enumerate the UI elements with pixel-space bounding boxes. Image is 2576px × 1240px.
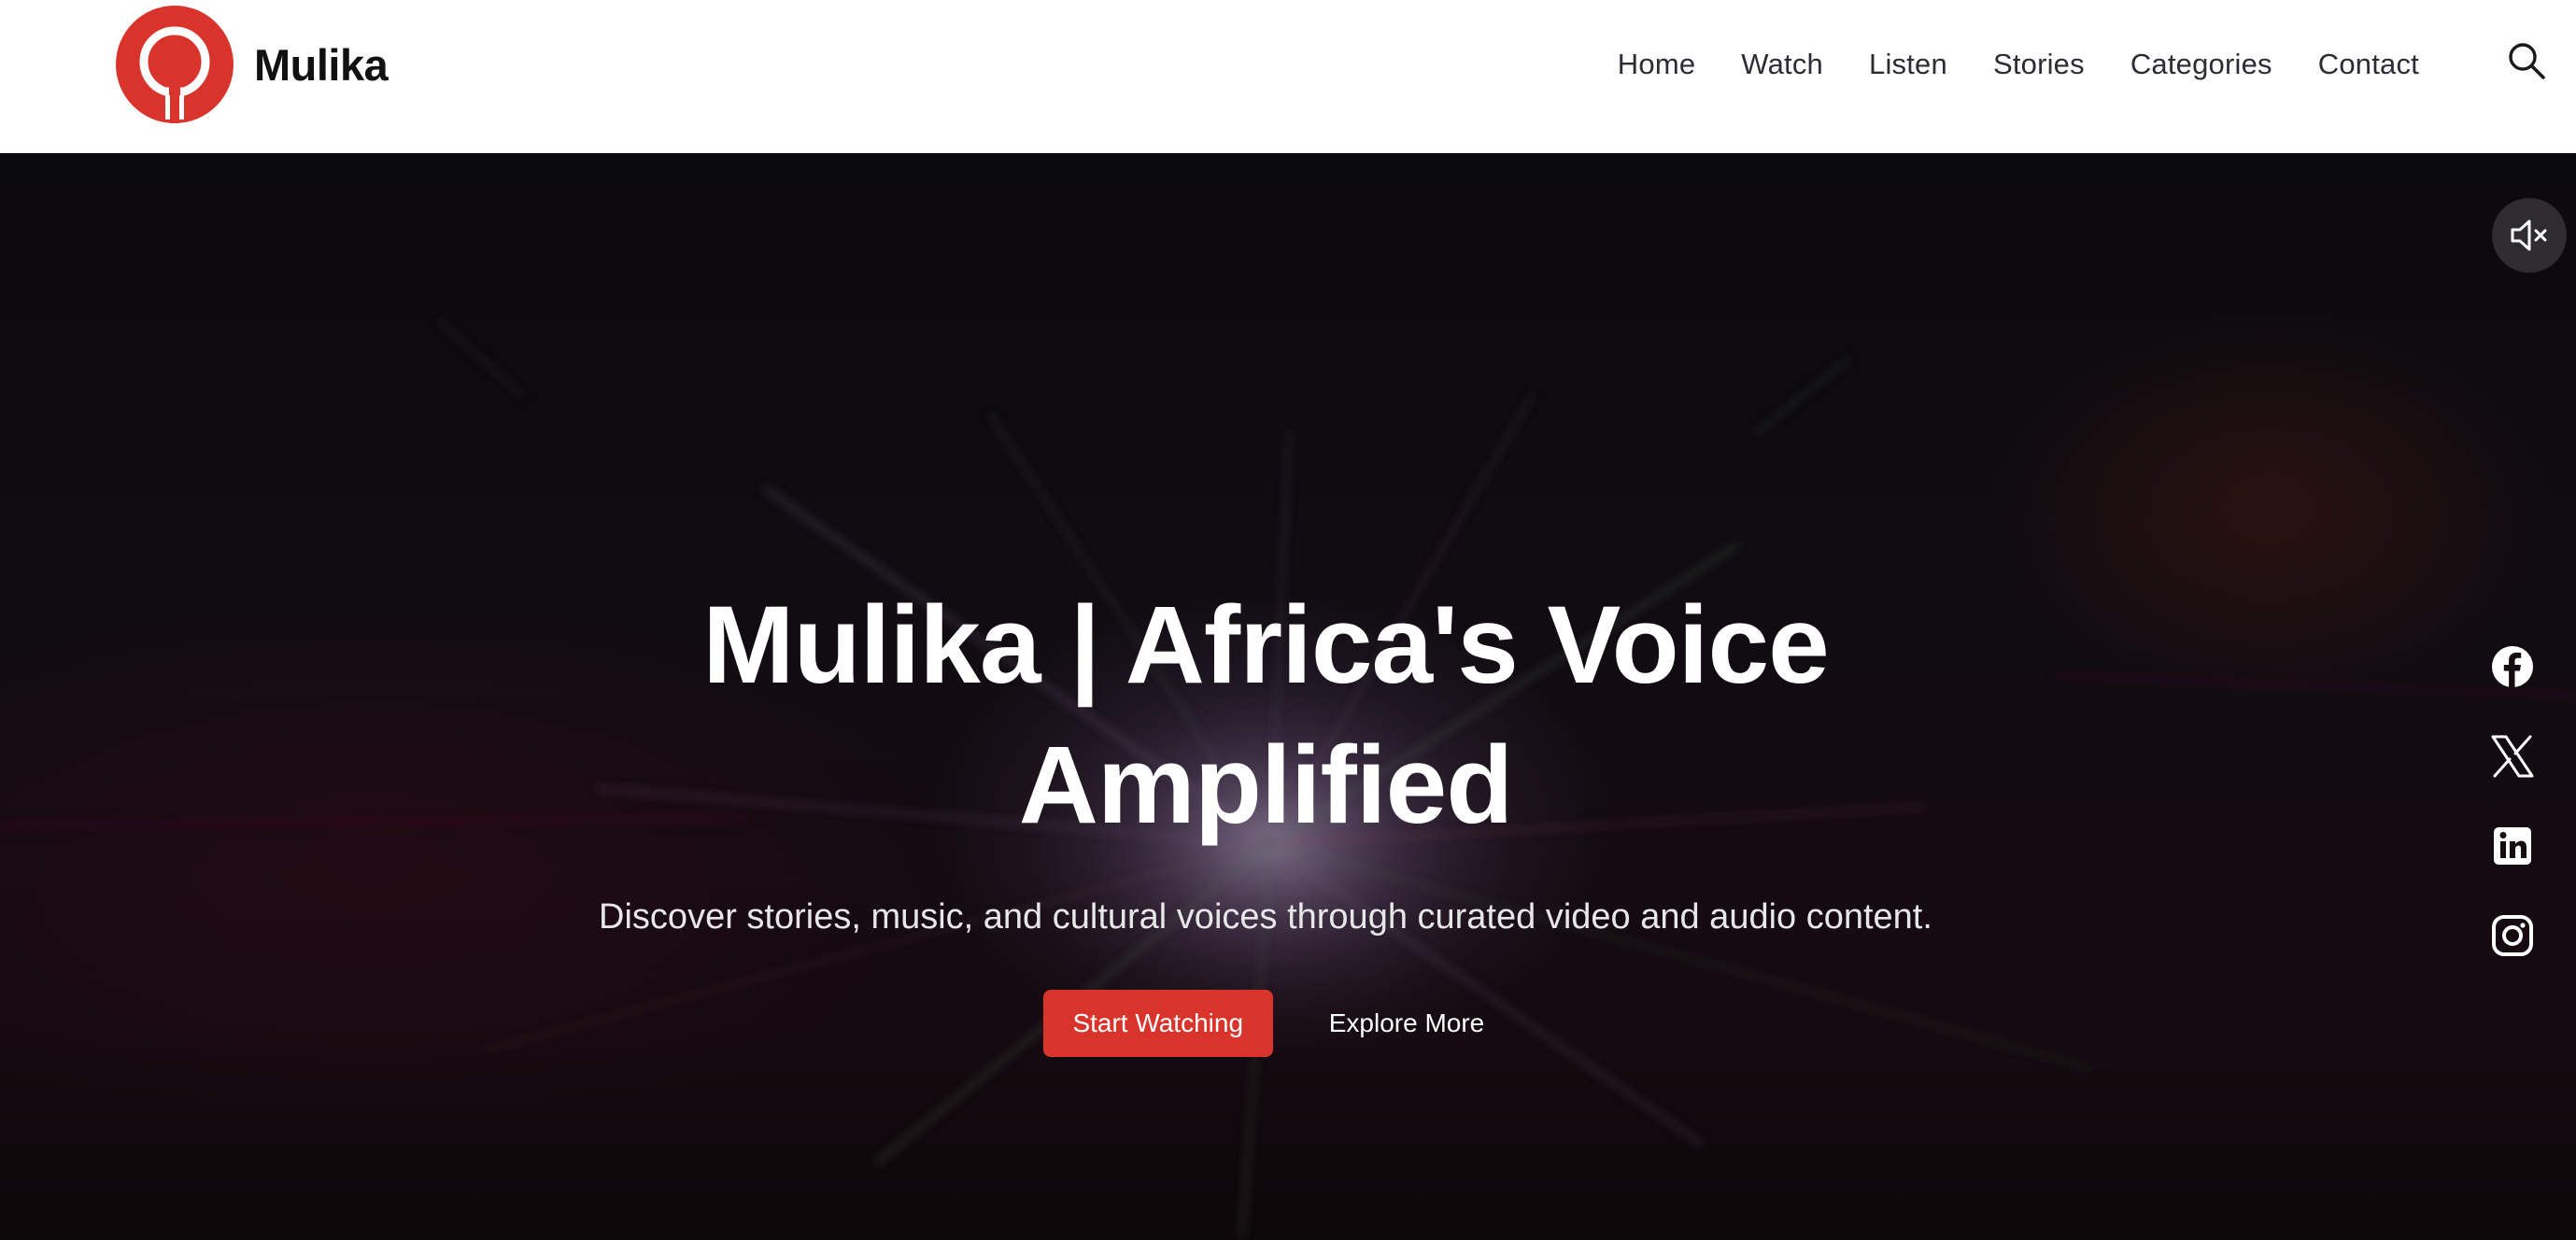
nav-item-categories[interactable]: Categories xyxy=(2130,48,2272,81)
nav-item-listen[interactable]: Listen xyxy=(1869,48,1947,81)
instagram-icon xyxy=(2492,915,2533,956)
start-watching-button[interactable]: Start Watching xyxy=(1042,990,1273,1057)
brand-name: Mulika xyxy=(254,39,389,90)
linkedin-icon xyxy=(2494,827,2531,865)
facebook-icon xyxy=(2492,646,2533,687)
search-button[interactable] xyxy=(2505,39,2548,82)
linkedin-link[interactable] xyxy=(2490,824,2535,868)
brand-home-link[interactable]: Mulika xyxy=(116,6,389,123)
main-nav: Home Watch Listen Stories Categories Con… xyxy=(1618,0,2419,129)
site-header: Mulika Home Watch Listen Stories Categor… xyxy=(0,0,2576,153)
hero-section: Mulika | Africa's Voice Amplified Discov… xyxy=(0,153,2576,1240)
hero-title: Mulika | Africa's Voice Amplified xyxy=(702,584,1829,847)
hero-subtitle: Discover stories, music, and cultural vo… xyxy=(599,897,1932,937)
microphone-logo-icon xyxy=(116,6,234,123)
speaker-muted-icon xyxy=(2511,219,2547,251)
nav-item-stories[interactable]: Stories xyxy=(1993,48,2085,81)
nav-item-home[interactable]: Home xyxy=(1618,48,1696,81)
mute-toggle-button[interactable] xyxy=(2492,198,2567,273)
facebook-link[interactable] xyxy=(2490,644,2535,689)
nav-item-contact[interactable]: Contact xyxy=(2318,48,2419,81)
x-link[interactable] xyxy=(2490,734,2535,779)
instagram-link[interactable] xyxy=(2490,913,2535,958)
explore-more-button[interactable]: Explore More xyxy=(1325,990,1489,1057)
hero-actions: Start Watching Explore More xyxy=(0,990,2531,1057)
social-links xyxy=(2488,644,2537,958)
x-icon xyxy=(2491,735,2534,778)
nav-item-watch[interactable]: Watch xyxy=(1741,48,1823,81)
search-icon xyxy=(2509,43,2545,79)
